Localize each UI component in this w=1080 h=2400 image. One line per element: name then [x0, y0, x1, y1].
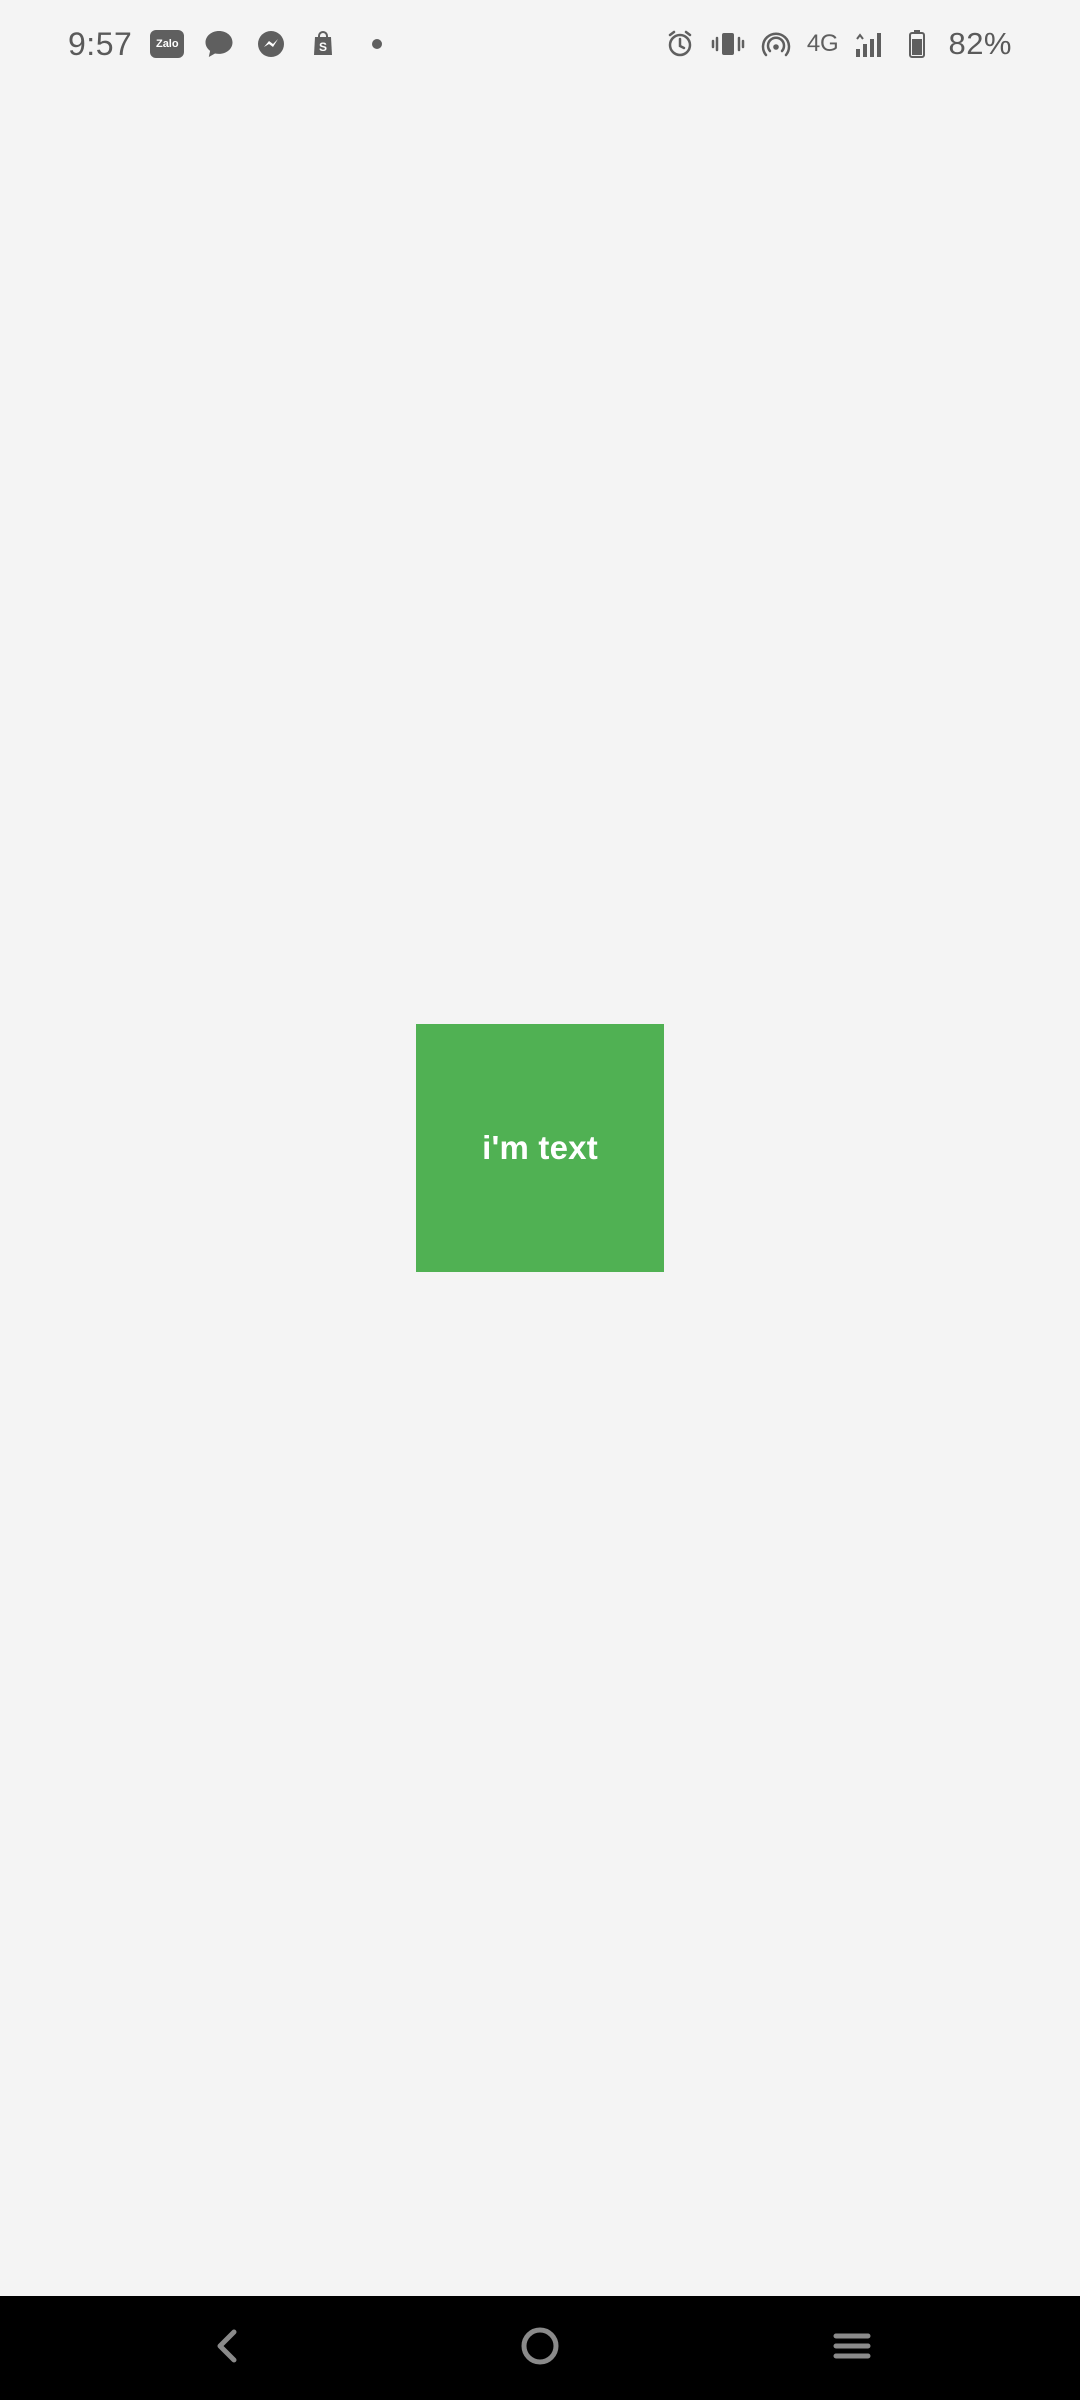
more-notifications-icon: [372, 39, 383, 49]
zalo-icon: Zalo: [150, 27, 185, 61]
chat-bubble-icon: [202, 27, 236, 61]
home-button[interactable]: [480, 2296, 600, 2400]
battery-percent: 82%: [948, 26, 1012, 61]
vibrate-icon: [711, 27, 745, 61]
navigation-bar: [0, 2296, 1080, 2400]
shopping-badge-text: S: [319, 40, 327, 54]
status-bar: 9:57 Zalo S 4G 82%: [0, 0, 1080, 90]
network-4g-label: 4G: [806, 30, 839, 57]
back-icon: [204, 2322, 252, 2375]
signal-icon: [852, 27, 886, 61]
messenger-icon: [254, 27, 288, 61]
text-box-label: i'm text: [482, 1129, 598, 1166]
menu-icon: [828, 2322, 876, 2375]
battery-icon: [900, 27, 934, 61]
text-box: i'm text: [416, 1024, 664, 1272]
back-button[interactable]: [168, 2296, 288, 2400]
zalo-badge: Zalo: [150, 30, 185, 58]
shopping-bag-icon: S: [306, 27, 340, 61]
status-bar-left: 9:57 Zalo S: [68, 18, 383, 70]
recent-apps-button[interactable]: [792, 2296, 912, 2400]
home-icon: [516, 2322, 564, 2375]
hotspot-icon: [759, 27, 793, 61]
alarm-icon: [663, 27, 697, 61]
status-bar-right: 4G 82%: [663, 18, 1012, 70]
status-time: 9:57: [68, 25, 133, 62]
phone-screen: 9:57 Zalo S 4G 82% i'm text: [0, 0, 1080, 2400]
